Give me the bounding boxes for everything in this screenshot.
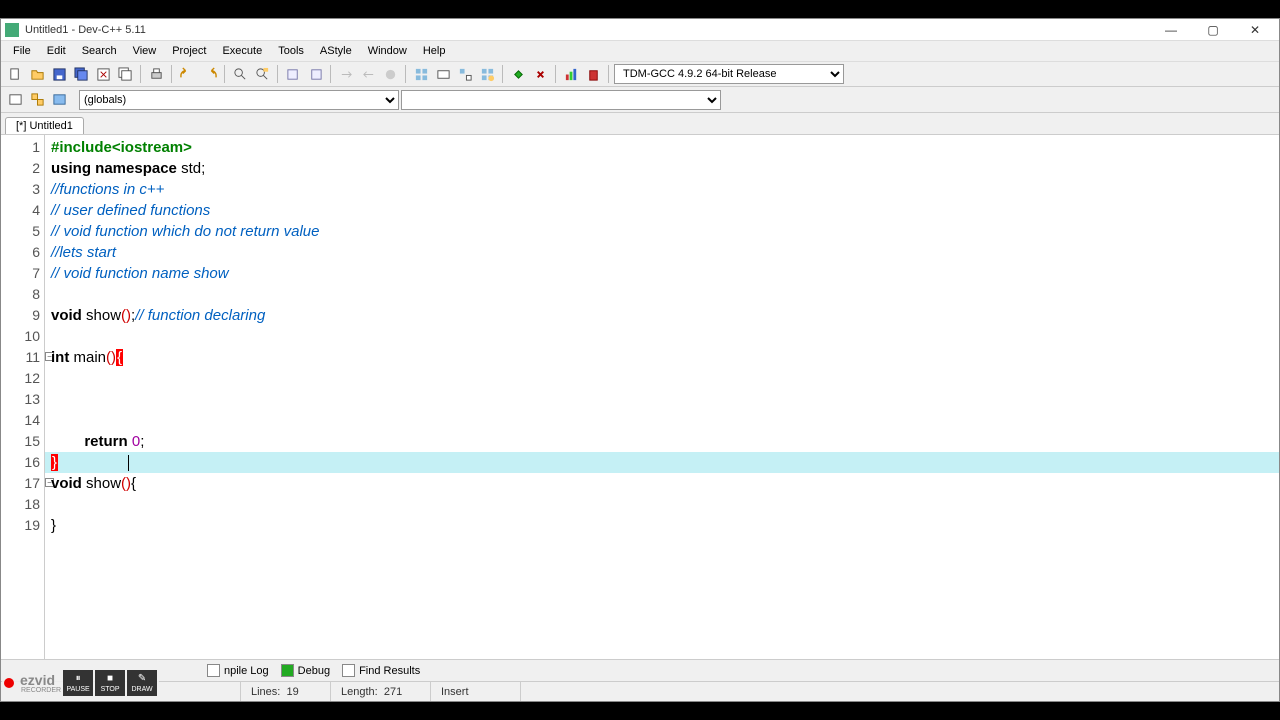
- menu-astyle[interactable]: AStyle: [312, 43, 360, 59]
- goto-button[interactable]: [49, 90, 69, 110]
- status-insert: Insert: [441, 686, 469, 698]
- tab-compile-log[interactable]: npile Log: [207, 664, 269, 677]
- recorder-draw-button[interactable]: ✎DRAW: [127, 670, 157, 696]
- find-button[interactable]: [230, 64, 250, 84]
- minimize-button[interactable]: —: [1151, 21, 1191, 39]
- file-tabbar: [*] Untitled1: [1, 113, 1279, 135]
- menu-view[interactable]: View: [125, 43, 165, 59]
- tab-debug[interactable]: Debug: [281, 664, 330, 677]
- profile-button[interactable]: [561, 64, 581, 84]
- maximize-button[interactable]: ▢: [1193, 21, 1233, 39]
- open-file-button[interactable]: [27, 64, 47, 84]
- new-file-button[interactable]: [5, 64, 25, 84]
- rebuild-button[interactable]: [477, 64, 497, 84]
- menu-project[interactable]: Project: [164, 43, 214, 59]
- run-button[interactable]: [433, 64, 453, 84]
- statusbar: Lines: 19 Length: 271 Insert: [1, 681, 1279, 701]
- symbol-select[interactable]: [401, 90, 721, 110]
- stop-debug-button[interactable]: [530, 64, 550, 84]
- close-file-button[interactable]: [93, 64, 113, 84]
- toolbar-class: (globals): [1, 87, 1279, 113]
- save-all-button[interactable]: [71, 64, 91, 84]
- close-button[interactable]: ✕: [1235, 21, 1275, 39]
- app-window: Untitled1 - Dev-C++ 5.11 — ▢ ✕ File Edit…: [0, 18, 1280, 702]
- redo-button[interactable]: [199, 64, 219, 84]
- close-all-button[interactable]: [115, 64, 135, 84]
- new-class-button[interactable]: [5, 90, 25, 110]
- menu-execute[interactable]: Execute: [214, 43, 270, 59]
- recording-indicator-icon: [4, 678, 14, 688]
- window-title: Untitled1 - Dev-C++ 5.11: [25, 24, 1151, 36]
- recorder-pause-button[interactable]: ⏸PAUSE: [63, 670, 93, 696]
- status-lines-label: Lines:: [251, 686, 280, 698]
- scope-select[interactable]: (globals): [79, 90, 399, 110]
- line-gutter: 1234567891011−121314151617−1819: [1, 135, 45, 659]
- recorder-overlay: ezvid RECORDER ⏸PAUSE ■STOP ✎DRAW: [2, 668, 159, 698]
- status-length-label: Length:: [341, 686, 378, 698]
- class-browser-button[interactable]: [27, 90, 47, 110]
- status-length-val: 271: [384, 686, 402, 698]
- goto-back-button[interactable]: [358, 64, 378, 84]
- menu-search[interactable]: Search: [74, 43, 125, 59]
- replace-button[interactable]: [252, 64, 272, 84]
- compiler-select[interactable]: TDM-GCC 4.9.2 64-bit Release: [614, 64, 844, 84]
- menubar: File Edit Search View Project Execute To…: [1, 41, 1279, 61]
- menu-window[interactable]: Window: [360, 43, 415, 59]
- menu-tools[interactable]: Tools: [270, 43, 312, 59]
- titlebar: Untitled1 - Dev-C++ 5.11 — ▢ ✕: [1, 19, 1279, 41]
- save-button[interactable]: [49, 64, 69, 84]
- bottom-tabbar: npile Log Debug Find Results: [1, 659, 1279, 681]
- debug-button[interactable]: [508, 64, 528, 84]
- code-area[interactable]: #include<iostream>using namespace std;//…: [45, 135, 1279, 659]
- tab-find-results[interactable]: Find Results: [342, 664, 420, 677]
- goto-stop-button[interactable]: [380, 64, 400, 84]
- print-button[interactable]: [146, 64, 166, 84]
- recorder-stop-button[interactable]: ■STOP: [95, 670, 125, 696]
- undo-button[interactable]: [177, 64, 197, 84]
- clean-button[interactable]: [583, 64, 603, 84]
- recorder-brand: ezvid: [16, 673, 61, 687]
- status-lines-val: 19: [286, 686, 298, 698]
- compile-run-button[interactable]: [455, 64, 475, 84]
- menu-file[interactable]: File: [5, 43, 39, 59]
- menu-help[interactable]: Help: [415, 43, 454, 59]
- editor[interactable]: 1234567891011−121314151617−1819 #include…: [1, 135, 1279, 659]
- compile-button[interactable]: [411, 64, 431, 84]
- recorder-sub: RECORDER: [16, 687, 61, 694]
- toolbar-main: TDM-GCC 4.9.2 64-bit Release: [1, 61, 1279, 87]
- bookmark-prev-button[interactable]: [283, 64, 303, 84]
- app-icon: [5, 23, 19, 37]
- menu-edit[interactable]: Edit: [39, 43, 74, 59]
- file-tab-untitled1[interactable]: [*] Untitled1: [5, 117, 84, 134]
- goto-line-button[interactable]: [336, 64, 356, 84]
- bookmark-next-button[interactable]: [305, 64, 325, 84]
